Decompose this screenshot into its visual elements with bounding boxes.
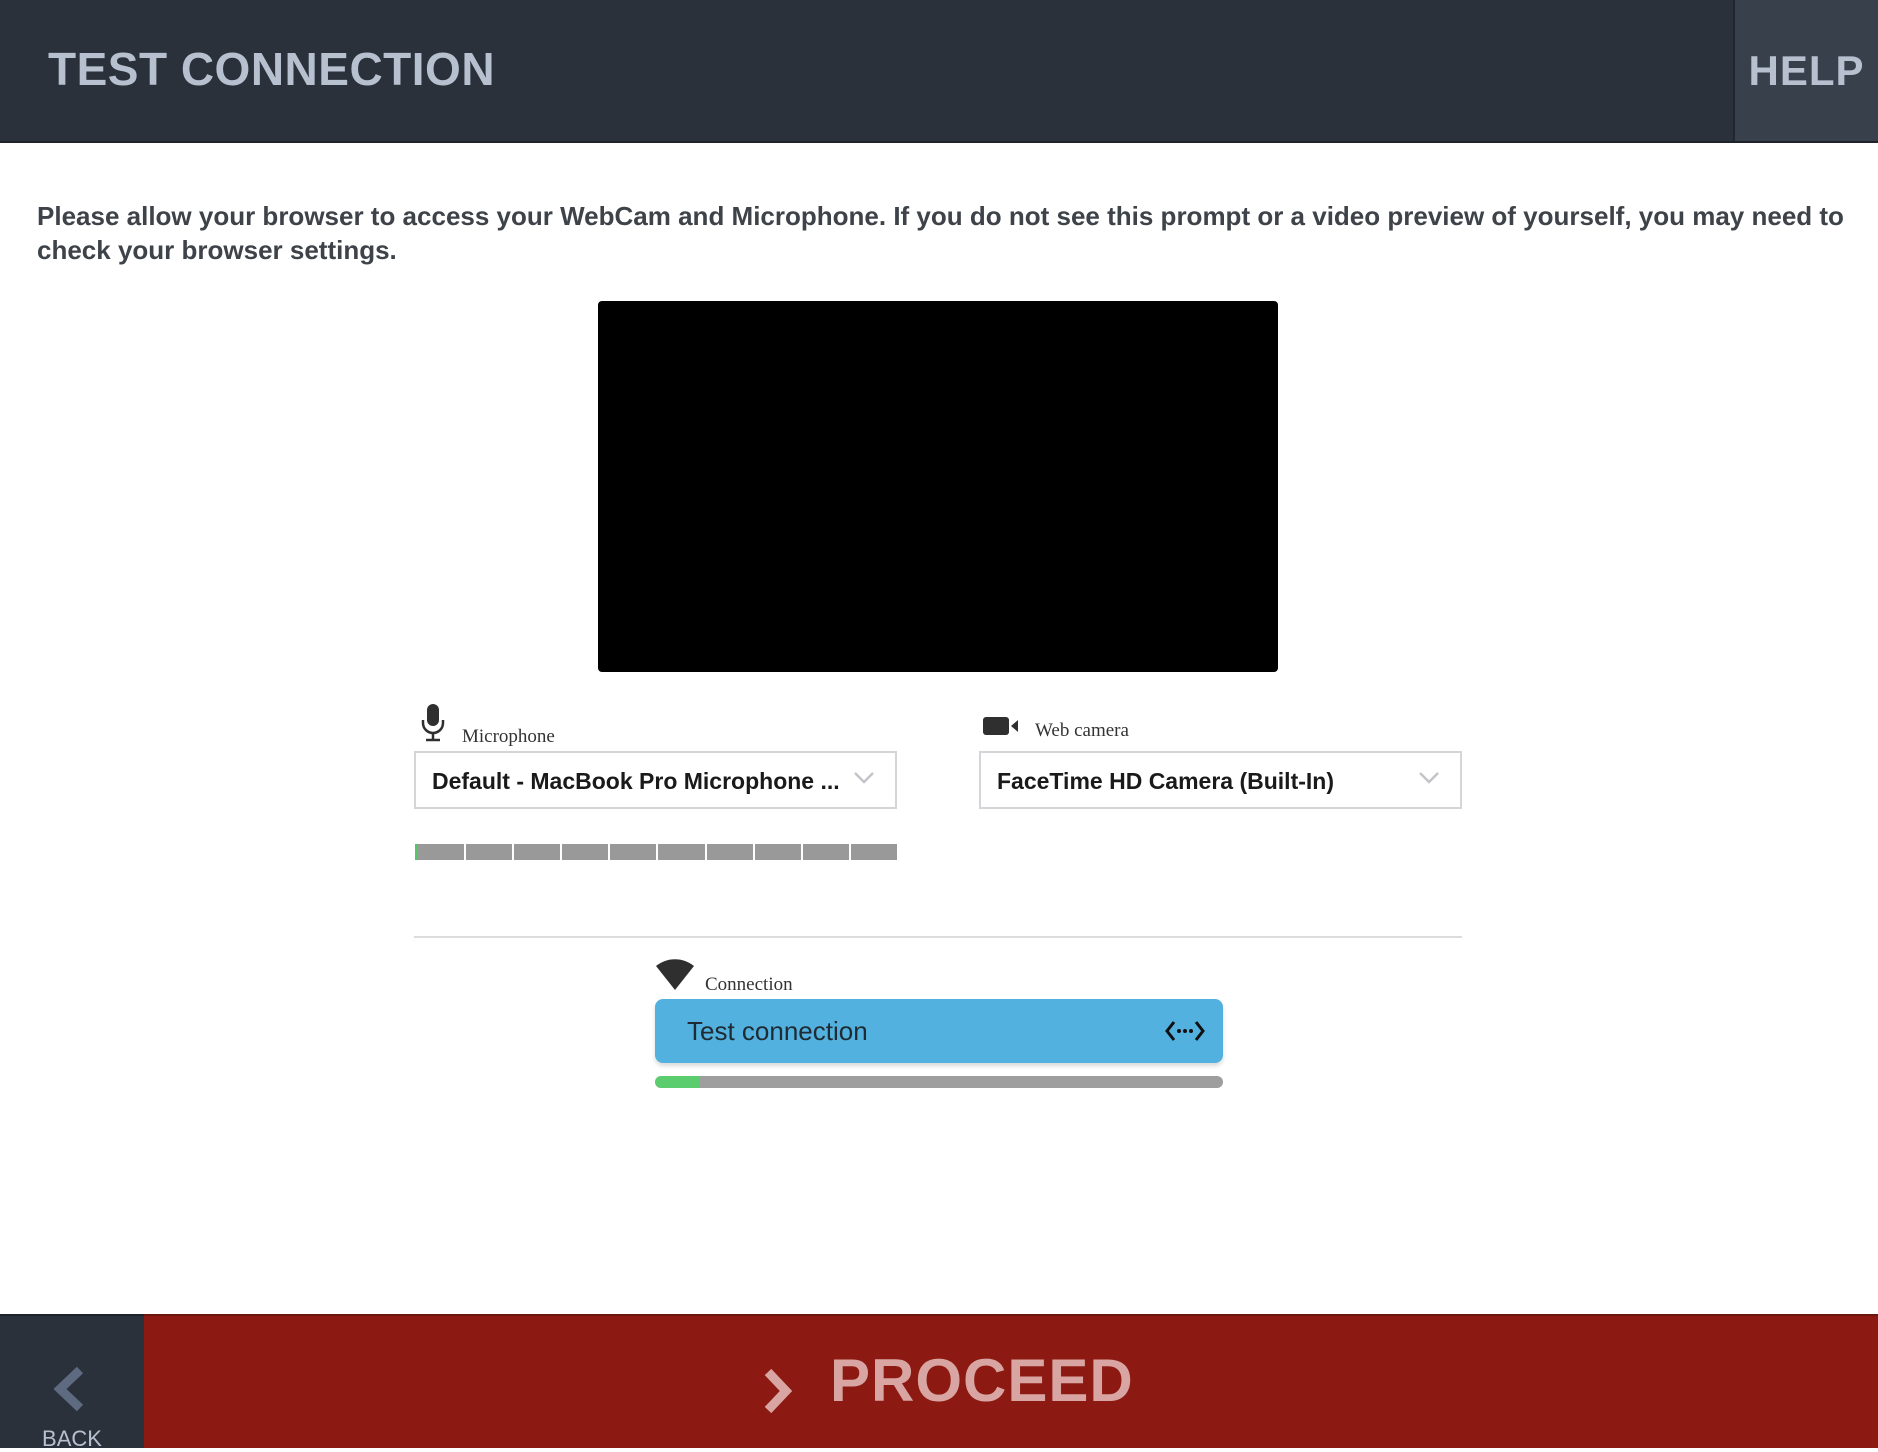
webcam-select[interactable]: FaceTime HD Camera (Built-In): [979, 751, 1462, 809]
video-preview: [598, 301, 1278, 672]
meter-segment: [610, 844, 657, 860]
meter-segment: [658, 844, 705, 860]
test-connection-button[interactable]: Test connection: [655, 999, 1223, 1063]
webcam-select-value: FaceTime HD Camera (Built-In): [997, 768, 1334, 794]
back-button-label: BACK: [42, 1426, 102, 1451]
chevron-right-icon: [760, 1368, 794, 1419]
page-title: TEST CONNECTION: [48, 43, 496, 95]
connection-progress-fill: [655, 1076, 701, 1088]
video-camera-icon: [983, 716, 1019, 742]
connection-label: Connection: [705, 974, 793, 995]
microphone-select-value: Default - MacBook Pro Microphone ...: [432, 768, 840, 794]
proceed-button-label: PROCEED: [830, 1347, 1134, 1414]
webcam-label-group: Web camera: [983, 716, 1129, 742]
chevron-left-icon: [52, 1366, 88, 1417]
section-divider: [414, 936, 1462, 938]
meter-segment: [850, 844, 897, 860]
app-header: TEST CONNECTION HELP: [0, 0, 1878, 143]
meter-segment: [706, 844, 753, 860]
microphone-select[interactable]: Default - MacBook Pro Microphone ...: [414, 751, 897, 809]
meter-segment: [514, 844, 561, 860]
webcam-label: Web camera: [1035, 720, 1129, 741]
permission-instructions: Please allow your browser to access your…: [37, 201, 1844, 265]
back-button[interactable]: BACK: [0, 1314, 144, 1451]
chevron-down-icon: [1418, 771, 1440, 790]
meter-segment: [802, 844, 849, 860]
meter-segment: [754, 844, 801, 860]
proceed-button[interactable]: PROCEED: [144, 1314, 1878, 1448]
meter-segment: [562, 844, 609, 860]
help-button-label: HELP: [1748, 46, 1865, 94]
wifi-icon: [655, 958, 695, 996]
chevron-down-icon: [853, 771, 875, 790]
meter-segment: [418, 844, 465, 860]
test-connection-label: Test connection: [687, 1016, 868, 1046]
microphone-level-meter: [415, 844, 897, 860]
microphone-icon: [420, 704, 446, 748]
microphone-label-group: Microphone: [420, 704, 555, 748]
help-button[interactable]: HELP: [1733, 0, 1878, 141]
code-arrows-icon: [1165, 1017, 1205, 1050]
microphone-label: Microphone: [462, 726, 555, 747]
meter-segment: [466, 844, 513, 860]
connection-progress-bar: [655, 1076, 1223, 1088]
connection-label-group: Connection: [655, 958, 793, 996]
